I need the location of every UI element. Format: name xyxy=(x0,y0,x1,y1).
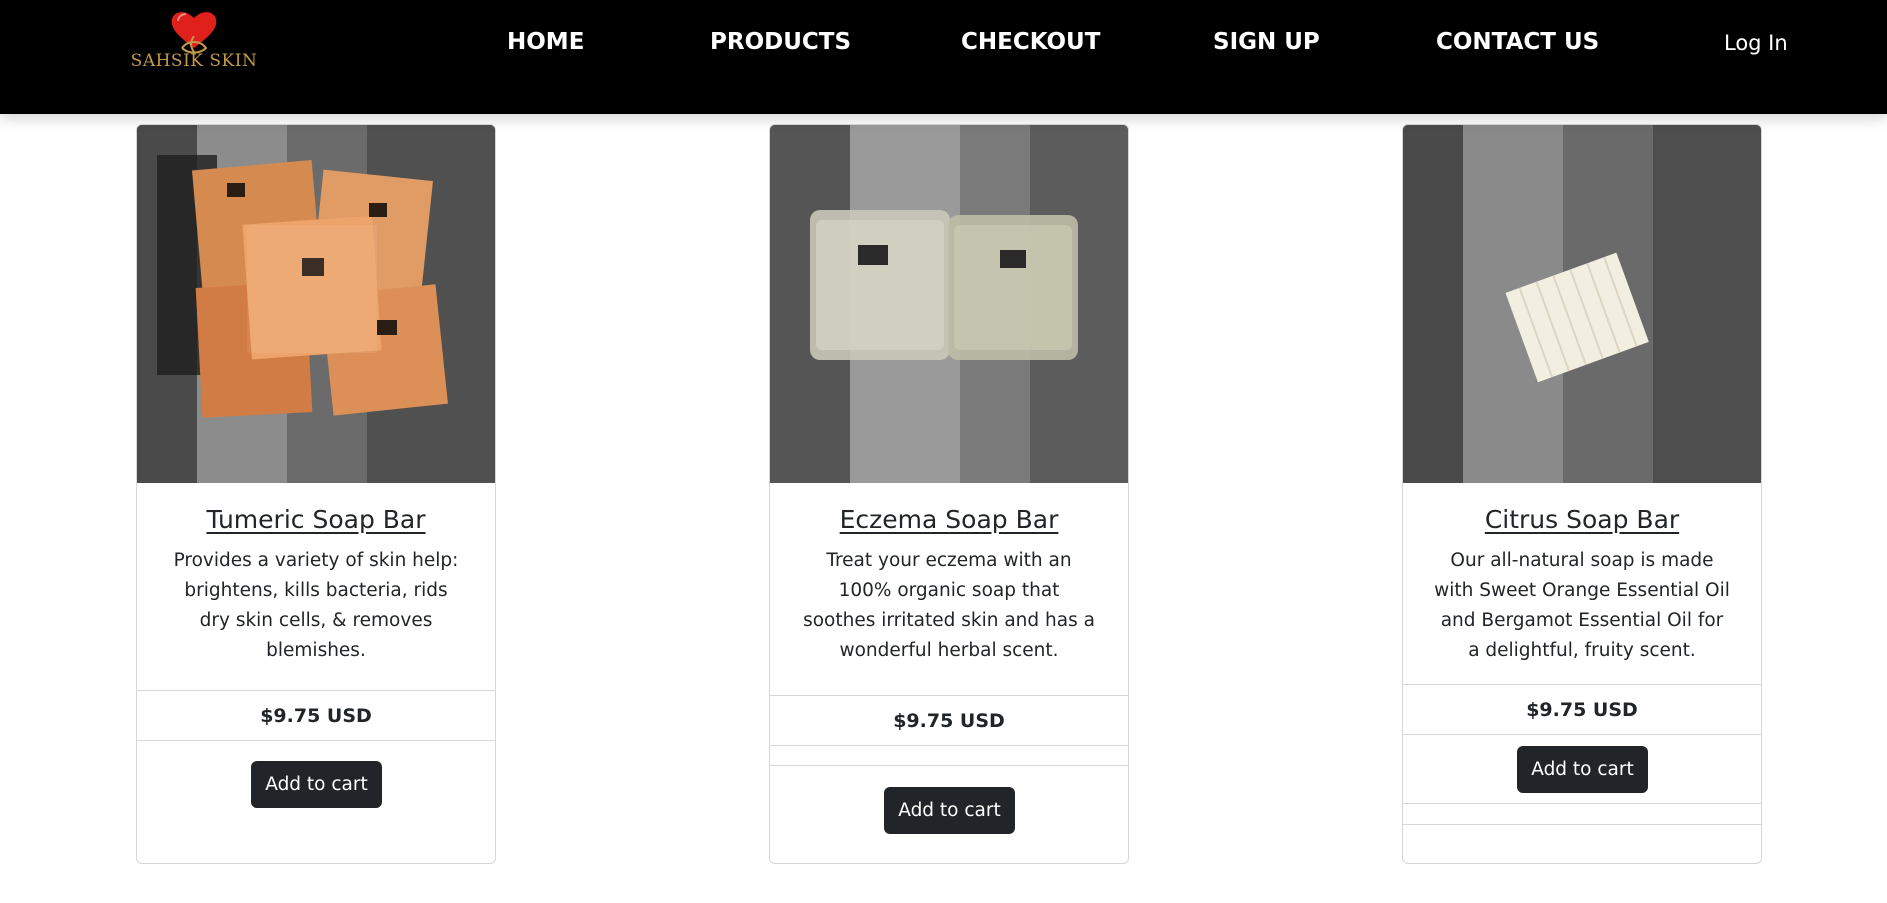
nav-products[interactable]: PRODUCTS xyxy=(710,29,851,55)
product-description-citrus: Our all-natural soap is made with Sweet … xyxy=(1434,550,1730,661)
product-image-tumeric[interactable] xyxy=(137,125,495,483)
product-image-citrus[interactable] xyxy=(1403,125,1761,483)
nav-contact[interactable]: CONTACT US xyxy=(1436,29,1599,55)
tumeric-soap-photo xyxy=(137,125,495,483)
product-description-eczema: Treat your eczema with an 100% organic s… xyxy=(803,550,1095,661)
product-price-citrus: $9.75 USD xyxy=(1526,699,1638,721)
product-title-eczema[interactable]: Eczema Soap Bar xyxy=(770,505,1128,534)
product-price-eczema: $9.75 USD xyxy=(893,710,1005,732)
product-description-tumeric: Provides a variety of skin help: brighte… xyxy=(173,550,459,661)
product-card-tumeric: Tumeric Soap Bar Provides a variety of s… xyxy=(136,124,496,864)
divider xyxy=(1403,803,1761,804)
login-link[interactable]: Log In xyxy=(1724,31,1788,55)
brand-logo[interactable]: SAHSIK SKIN xyxy=(126,8,262,72)
divider xyxy=(1403,734,1761,735)
product-price-tumeric: $9.75 USD xyxy=(260,705,372,727)
product-title-citrus[interactable]: Citrus Soap Bar xyxy=(1403,505,1761,534)
product-card-eczema: Eczema Soap Bar Treat your eczema with a… xyxy=(769,124,1129,864)
top-navbar: SAHSIK SKIN HOME PRODUCTS CHECKOUT SIGN … xyxy=(0,0,1887,114)
divider xyxy=(770,745,1128,746)
nav-home[interactable]: HOME xyxy=(507,29,584,55)
eczema-soap-photo xyxy=(770,125,1128,483)
nav-signup[interactable]: SIGN UP xyxy=(1213,29,1320,55)
add-to-cart-button-eczema[interactable]: Add to cart xyxy=(884,787,1015,834)
citrus-soap-photo xyxy=(1403,125,1761,483)
product-image-eczema[interactable] xyxy=(770,125,1128,483)
product-card-citrus: Citrus Soap Bar Our all-natural soap is … xyxy=(1402,124,1762,864)
divider xyxy=(137,740,495,741)
divider xyxy=(1403,824,1761,825)
brand-name: SAHSIK SKIN xyxy=(130,51,258,71)
product-title-tumeric[interactable]: Tumeric Soap Bar xyxy=(137,505,495,534)
divider xyxy=(137,690,495,691)
add-to-cart-button-citrus[interactable]: Add to cart xyxy=(1517,746,1648,793)
nav-checkout[interactable]: CHECKOUT xyxy=(961,29,1100,55)
divider xyxy=(1403,684,1761,685)
divider xyxy=(770,695,1128,696)
heart-logo-icon xyxy=(171,12,217,54)
divider xyxy=(770,765,1128,766)
add-to-cart-button-tumeric[interactable]: Add to cart xyxy=(251,761,382,808)
